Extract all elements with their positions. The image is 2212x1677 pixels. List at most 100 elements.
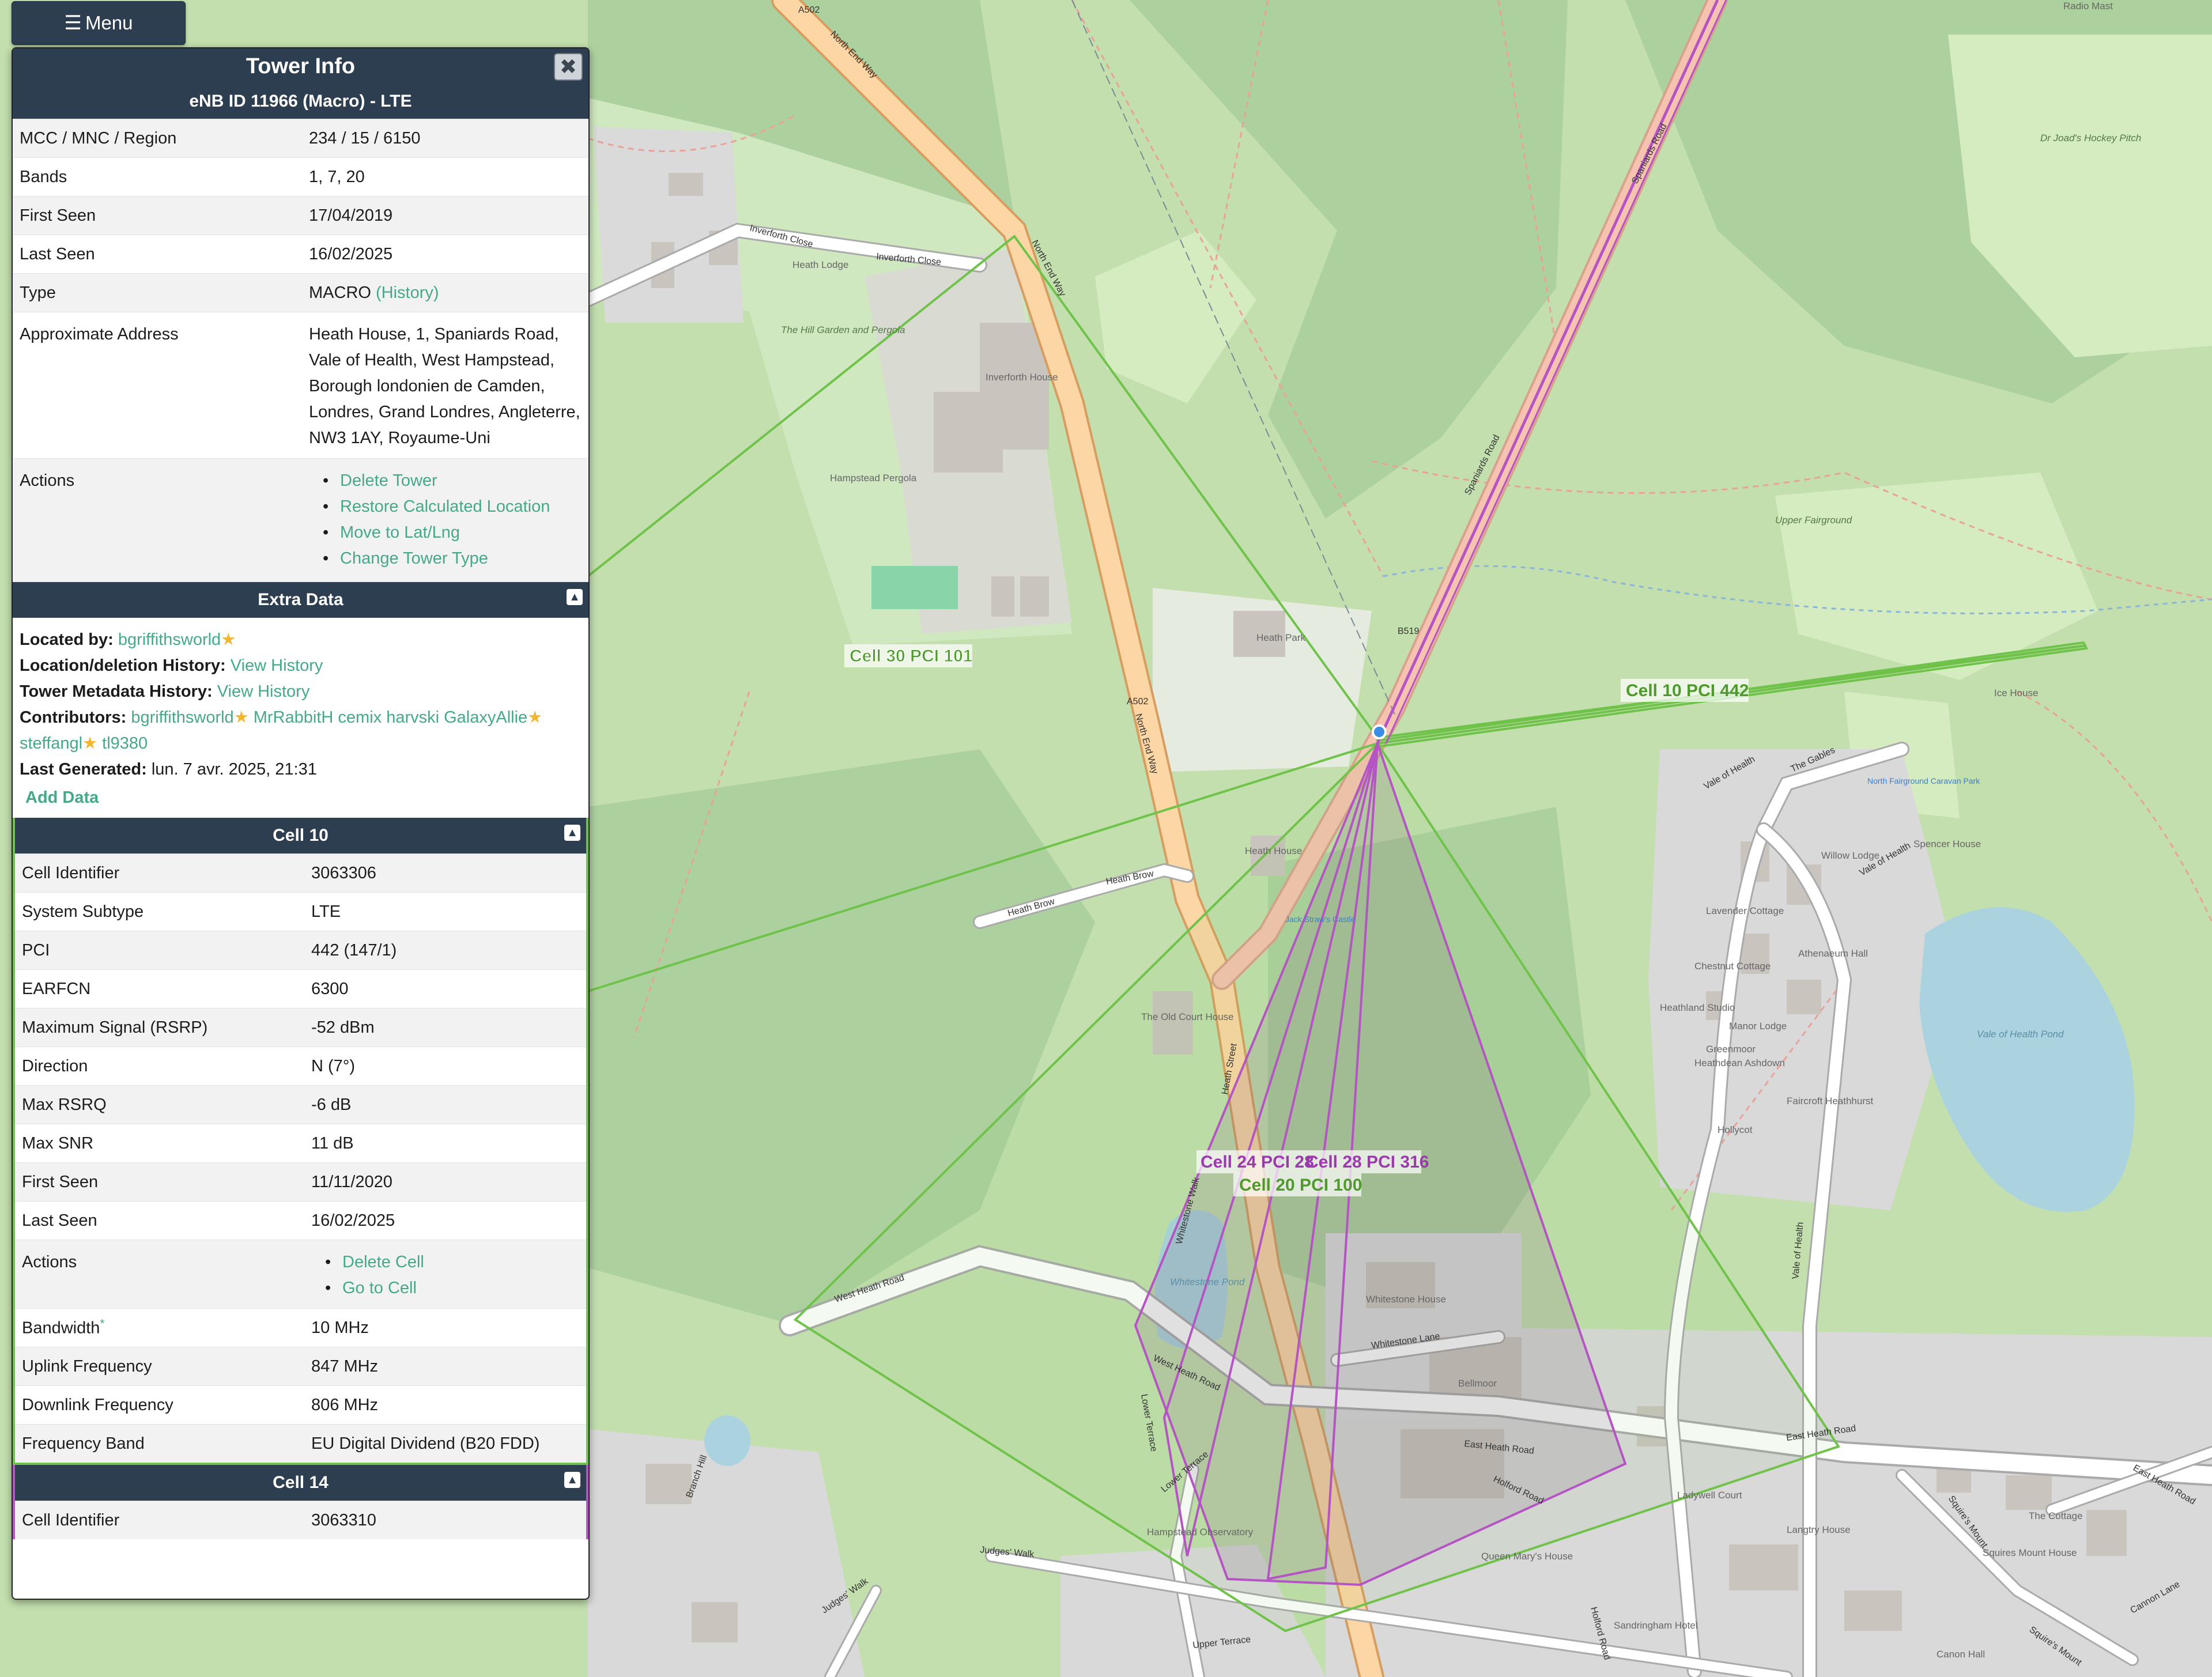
- menu-button[interactable]: ☰ Menu: [12, 1, 186, 45]
- svg-text:Heath Park: Heath Park: [1256, 632, 1306, 643]
- svg-text:Hampstead Observatory: Hampstead Observatory: [1147, 1527, 1254, 1538]
- contributor-link[interactable]: MrRabbitH cemix harvski GalaxyAllie: [254, 708, 527, 727]
- table-row: First Seen 17/04/2019: [13, 196, 588, 235]
- star-icon: ★: [82, 734, 98, 753]
- extra-data-header[interactable]: Extra Data ▲: [13, 582, 588, 618]
- svg-text:Heath House: Heath House: [1245, 845, 1302, 856]
- row-label: MCC / MNC / Region: [13, 119, 302, 158]
- chevron-up-icon: ▲: [569, 591, 580, 603]
- row-value: MACRO (History): [302, 273, 588, 312]
- delete-tower-link[interactable]: Delete Tower: [340, 471, 437, 490]
- last-generated-line: Last Generated: lun. 7 avr. 2025, 21:31: [20, 760, 317, 779]
- svg-text:A502: A502: [1127, 697, 1148, 707]
- table-row: Max SNR 11 dB: [15, 1124, 586, 1163]
- table-row: Last Seen 16/02/2025: [15, 1201, 586, 1240]
- cell-label-28[interactable]: Cell 28 PCI 316: [1306, 1153, 1429, 1172]
- svg-text:Langtry House: Langtry House: [1787, 1524, 1851, 1535]
- svg-text:Willow Lodge: Willow Lodge: [1821, 850, 1879, 861]
- cell-10-section: Cell 10 ▲ Cell Identifier 3063306 System …: [13, 818, 588, 1465]
- svg-text:Sandringham Hotel: Sandringham Hotel: [1614, 1620, 1698, 1631]
- table-row: Last Seen 16/02/2025: [13, 235, 588, 274]
- address-line: Vale of Health, West Hampstead,: [309, 351, 555, 369]
- contributor-link[interactable]: tl9380: [102, 734, 148, 753]
- svg-text:The Hill Garden and Pergola: The Hill Garden and Pergola: [781, 324, 905, 335]
- table-row: Actions Delete Tower Restore Calculated …: [13, 458, 588, 582]
- cell-10-title: Cell 10: [273, 826, 329, 845]
- svg-text:Whitestone Pond: Whitestone Pond: [1170, 1276, 1245, 1287]
- star-icon: ★: [221, 630, 236, 649]
- svg-text:Squires Mount House: Squires Mount House: [1983, 1547, 2077, 1558]
- cell-10-header[interactable]: Cell 10 ▲: [15, 818, 586, 853]
- svg-text:Heath Lodge: Heath Lodge: [792, 259, 848, 270]
- metadata-history-line: Tower Metadata History: View History: [20, 682, 310, 701]
- bandwidth-note-marker[interactable]: *: [100, 1317, 104, 1330]
- svg-text:The Cottage: The Cottage: [2029, 1510, 2083, 1521]
- collapse-cell-14-button[interactable]: ▲: [564, 1472, 580, 1488]
- contributor-link[interactable]: steffangl: [20, 734, 82, 753]
- tower-header: eNB ID 11966 (Macro) - LTE: [13, 84, 588, 119]
- restore-location-link[interactable]: Restore Calculated Location: [340, 497, 550, 516]
- svg-text:Inverforth House: Inverforth House: [986, 372, 1058, 383]
- address-line: NW3 1AY, Royaume-Uni: [309, 429, 490, 447]
- close-icon: ✖: [559, 55, 577, 78]
- contributors-line-2: steffangl★ tl9380: [20, 731, 583, 757]
- tower-type-value: MACRO: [309, 283, 371, 302]
- tower-info-panel: Tower Info ✖ eNB ID 11966 (Macro) - LTE …: [12, 47, 590, 1600]
- located-by-user-link[interactable]: bgriffithsworld: [118, 630, 221, 649]
- address-line: Londres, Grand Londres, Angleterre,: [309, 403, 580, 421]
- type-history-link[interactable]: (History): [376, 284, 439, 302]
- row-label: First Seen: [13, 196, 302, 235]
- change-tower-type-link[interactable]: Change Tower Type: [340, 549, 488, 568]
- panel-title: Tower Info: [246, 54, 356, 78]
- branch-hill-pond: [704, 1415, 750, 1466]
- svg-text:North Fairground Caravan Park: North Fairground Caravan Park: [1867, 776, 1980, 785]
- svg-text:Manor Lodge: Manor Lodge: [1729, 1021, 1787, 1032]
- cell-label-24[interactable]: Cell 24 PCI 28: [1201, 1153, 1314, 1172]
- svg-text:Jack Straw's Castle: Jack Straw's Castle: [1285, 915, 1356, 924]
- table-row: Bandwidth* 10 MHz: [15, 1308, 586, 1347]
- table-row: PCI 442 (147/1): [15, 931, 586, 970]
- add-data-link[interactable]: Add Data: [25, 785, 99, 811]
- extra-data-body: Located by: bgriffithsworld★ Location/de…: [13, 618, 588, 818]
- row-value: 16/02/2025: [302, 235, 588, 274]
- close-panel-button[interactable]: ✖: [554, 53, 583, 81]
- location-history-link[interactable]: View History: [231, 656, 323, 675]
- menu-button-label: Menu: [85, 12, 133, 33]
- svg-text:Bellmoor: Bellmoor: [1458, 1378, 1497, 1389]
- table-row: Bands 1, 7, 20: [13, 157, 588, 197]
- table-row: Cell Identifier 3063306: [15, 853, 586, 893]
- row-value: 234 / 15 / 6150: [302, 119, 588, 158]
- tower-marker-icon[interactable]: [1372, 724, 1387, 739]
- svg-text:Lavender Cottage: Lavender Cottage: [1706, 905, 1784, 916]
- svg-text:The Old Court House: The Old Court House: [1141, 1011, 1234, 1022]
- svg-text:Hampstead Pergola: Hampstead Pergola: [830, 473, 917, 484]
- svg-text:Whitestone House: Whitestone House: [1366, 1294, 1446, 1305]
- svg-text:Dr Joad's Hockey Pitch: Dr Joad's Hockey Pitch: [2040, 133, 2141, 143]
- cell-10-table: Cell Identifier 3063306 System Subtype LTE…: [15, 853, 586, 1463]
- svg-text:Ice House: Ice House: [1994, 688, 2039, 698]
- move-to-latlng-link[interactable]: Move to Lat/Lng: [340, 523, 460, 542]
- cell-14-header[interactable]: Cell 14 ▲: [15, 1465, 586, 1501]
- tower-header-text: eNB ID 11966 (Macro) - LTE: [189, 92, 412, 111]
- table-row: First Seen 11/11/2020: [15, 1162, 586, 1202]
- star-icon: ★: [527, 708, 543, 727]
- svg-text:Chestnut Cottage: Chestnut Cottage: [1694, 961, 1771, 972]
- svg-text:Radio Mast: Radio Mast: [2063, 1, 2113, 12]
- table-row: Frequency Band EU Digital Dividend (B20 F…: [15, 1424, 586, 1463]
- contributors-line: Contributors: bgriffithsworld★ MrRabbitH…: [20, 708, 543, 727]
- metadata-history-link[interactable]: View History: [217, 682, 310, 701]
- cell-label-10[interactable]: Cell 10 PCI 442: [1626, 681, 1749, 700]
- delete-cell-link[interactable]: Delete Cell: [342, 1253, 424, 1271]
- contributor-link[interactable]: bgriffithsworld: [131, 708, 233, 727]
- collapse-cell-10-button[interactable]: ▲: [564, 825, 580, 841]
- cell-label-30[interactable]: Cell 30 PCI 101: [850, 647, 973, 666]
- row-value: 1, 7, 20: [302, 157, 588, 197]
- row-label: Approximate Address: [13, 312, 302, 459]
- tower-info-table: MCC / MNC / Region 234 / 15 / 6150 Bands…: [13, 119, 588, 582]
- collapse-extra-button[interactable]: ▲: [567, 589, 583, 605]
- svg-text:Heathland Studio: Heathland Studio: [1660, 1002, 1735, 1013]
- cell-label-20[interactable]: Cell 20 PCI 100: [1239, 1176, 1362, 1195]
- svg-text:Vale of Health Pond: Vale of Health Pond: [1977, 1029, 2064, 1040]
- svg-text:Heathdean Ashdown: Heathdean Ashdown: [1694, 1057, 1785, 1068]
- go-to-cell-link[interactable]: Go to Cell: [342, 1279, 417, 1297]
